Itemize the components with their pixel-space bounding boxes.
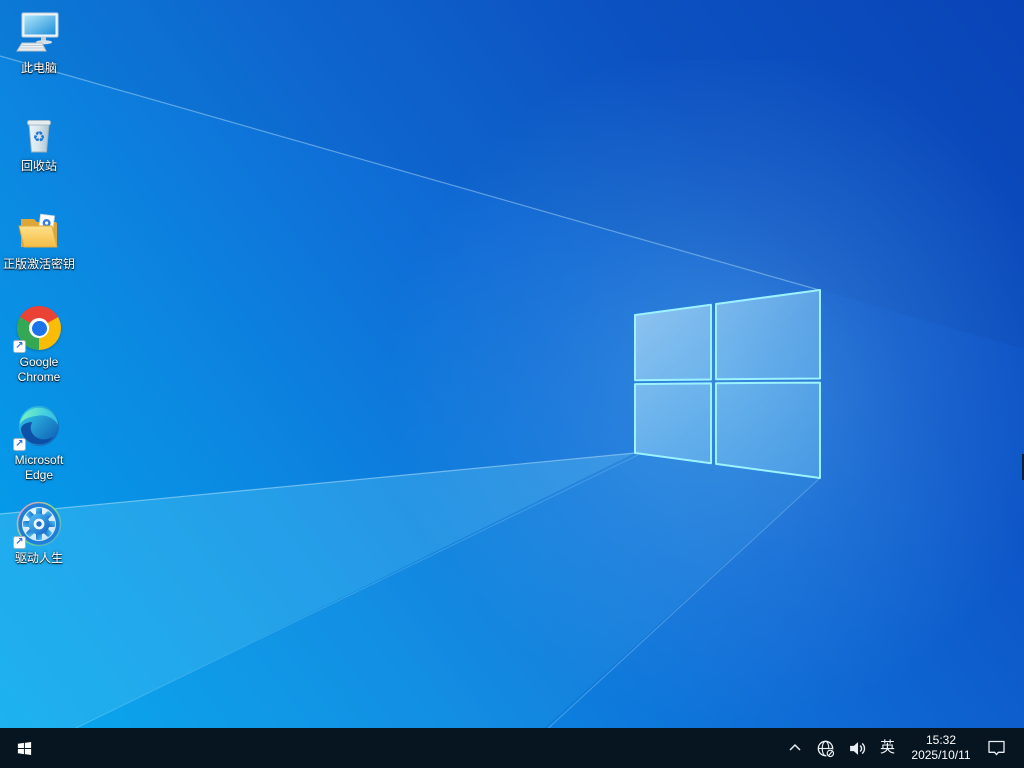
edge-icon: ↗ — [13, 402, 63, 451]
desktop-icon-driver-life[interactable]: ↗ 驱动人生 — [2, 500, 76, 566]
taskbar-clock[interactable]: 15:32 2025/10/11 — [906, 733, 976, 763]
chrome-icon: ↗ — [13, 304, 63, 353]
clock-time: 15:32 — [925, 733, 957, 747]
desktop-icon-label: 驱动人生 — [14, 551, 63, 565]
shortcut-arrow-icon: ↗ — [13, 438, 26, 451]
desktop-icon-microsoft-edge[interactable]: ↗ Microsoft Edge — [2, 402, 76, 483]
wallpaper — [0, 0, 1024, 768]
chevron-up-icon — [789, 743, 801, 751]
desktop-icon-label: 此电脑 — [20, 61, 57, 75]
volume-button[interactable] — [846, 737, 869, 760]
network-status-button[interactable] — [814, 737, 837, 760]
recycle-bin-icon: ♻ — [15, 108, 63, 156]
action-center-button[interactable] — [985, 738, 1008, 759]
desktop-icon-google-chrome[interactable]: ↗ Google Chrome — [2, 304, 76, 385]
hidden-icons-chevron[interactable] — [785, 738, 805, 758]
windows-logo — [634, 289, 821, 479]
start-button[interactable] — [0, 728, 48, 768]
action-center-icon — [988, 740, 1005, 755]
system-tray: 英 15:32 2025/10/11 — [785, 728, 1024, 768]
driver-life-gear-icon: ↗ — [13, 500, 63, 549]
ime-indicator[interactable]: 英 — [878, 737, 897, 759]
speaker-icon — [850, 741, 866, 755]
this-pc-icon — [15, 10, 63, 58]
desktop-icon-activation-key[interactable]: 正版激活密钥 — [2, 206, 76, 272]
desktop-icon-label: 正版激活密钥 — [2, 257, 75, 271]
desktop-icon-label: 回收站 — [20, 159, 57, 173]
globe-no-internet-icon — [817, 740, 835, 758]
windows-start-icon — [17, 741, 31, 755]
desktop-icon-label: Google Chrome — [17, 355, 61, 384]
folder-key-icon — [15, 206, 63, 254]
shortcut-arrow-icon: ↗ — [13, 340, 26, 353]
clock-date: 2025/10/11 — [911, 748, 971, 762]
desktop-icon-this-pc[interactable]: 此电脑 — [2, 10, 76, 76]
desktop-icon-label: Microsoft Edge — [14, 453, 64, 482]
desktop-icon-recycle-bin[interactable]: ♻ 回收站 — [2, 108, 76, 174]
svg-text:♻: ♻ — [33, 130, 46, 146]
shortcut-arrow-icon: ↗ — [13, 536, 26, 549]
taskbar: 英 15:32 2025/10/11 — [0, 728, 1024, 768]
